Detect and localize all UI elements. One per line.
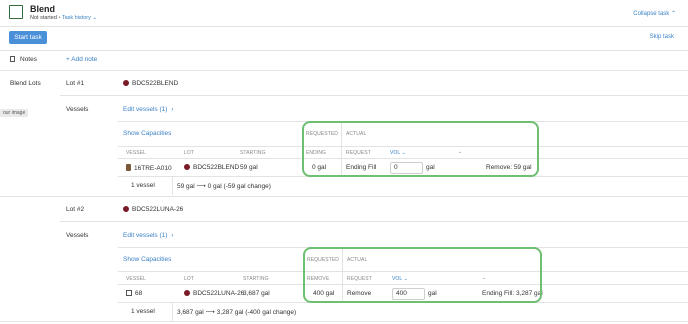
collapse-task-label: Collapse task — [633, 11, 670, 17]
blend-lots-label: Blend Lots — [10, 80, 41, 87]
lot-2-vessel-count: 1 vessel — [131, 308, 155, 315]
lot-1-name-text: BDC522BLEND — [132, 80, 179, 87]
task-status-line: Not started • Task history ⌄ — [30, 15, 97, 21]
collapse-task-link[interactable]: Collapse task ⌃ — [633, 10, 676, 17]
row-lot-name: BDC522LUNA-26 — [193, 290, 245, 297]
lot-2-highlight-box — [303, 247, 542, 303]
col-vessel: VESSEL — [126, 276, 147, 282]
lot-1-vessels-label: Vessels — [66, 106, 89, 113]
tank-icon — [126, 290, 132, 296]
lot-1-show-capacities[interactable]: Show Capacities — [123, 130, 171, 137]
lot-1-starting-cell: 59 gal — [240, 164, 258, 171]
task-history-caret-icon[interactable]: ⌄ — [92, 15, 97, 21]
add-note-button[interactable]: + Add note — [66, 56, 97, 63]
lot-2-name: BDC522LUNA-26 — [123, 206, 183, 213]
skip-task-link[interactable]: Skip task — [650, 34, 674, 40]
edit-vessels-arrow-icon: › — [171, 232, 174, 239]
col-starting: STARTING — [240, 150, 266, 156]
lot-color-dot-icon — [123, 206, 129, 212]
lot-1-vessel-count: 1 vessel — [131, 182, 155, 189]
notes-label: Notes — [20, 56, 37, 63]
col-lot: LOT — [184, 276, 195, 282]
lot-2-starting-cell: 3,687 gal — [243, 290, 270, 297]
vessel-name: 16TRE-A010 — [134, 165, 172, 172]
barrel-icon — [126, 164, 131, 171]
status-separator: • — [58, 15, 61, 21]
edit-vessels-label: Edit vessels (1) — [123, 232, 168, 239]
vessel-name: 68 — [135, 290, 143, 297]
notes-icon — [10, 56, 15, 62]
start-task-button[interactable]: Start task — [9, 31, 47, 44]
lot-color-dot-icon — [184, 290, 190, 296]
lot-2-vessel-cell: 68 — [126, 290, 142, 297]
task-checkbox[interactable] — [9, 5, 23, 19]
lot-2-lot-cell: BDC522LUNA-26 — [184, 290, 244, 297]
edit-vessels-arrow-icon: › — [171, 106, 174, 113]
lot-1-label: Lot #1 — [66, 80, 85, 87]
edit-vessels-label: Edit vessels (1) — [123, 106, 168, 113]
lot-color-dot-icon — [184, 164, 190, 170]
lot-2-vessels-label: Vessels — [66, 232, 89, 239]
task-title: Blend — [30, 4, 56, 14]
lot-2-show-capacities[interactable]: Show Capacities — [123, 256, 171, 263]
lot-1-highlight-box — [302, 121, 539, 177]
lot-1-lot-cell: BDC522BLEND — [184, 164, 239, 171]
row-lot-name: BDC522BLEND — [193, 164, 240, 171]
lot-2-summary: 3,687 gal ⟶ 3,287 gal (-400 gal change) — [177, 309, 297, 316]
col-vessel: VESSEL — [126, 150, 147, 156]
lot-1-name: BDC522BLEND — [123, 80, 178, 87]
lot-1-edit-vessels-link[interactable]: Edit vessels (1) › — [123, 106, 173, 113]
lot-1-vessel-cell: 16TRE-A010 — [126, 164, 172, 172]
lot-2-name-text: BDC522LUNA-26 — [132, 206, 184, 213]
lot-color-dot-icon — [123, 80, 129, 86]
status-text: Not started — [30, 15, 57, 21]
col-lot: LOT — [184, 150, 195, 156]
collapse-caret-icon: ⌃ — [670, 11, 676, 17]
lot-1-summary: 59 gal ⟶ 0 gal (-59 gal change) — [177, 183, 271, 190]
lot-2-edit-vessels-link[interactable]: Edit vessels (1) › — [123, 232, 173, 239]
task-history-link[interactable]: Task history — [62, 15, 91, 21]
col-starting: STARTING — [243, 276, 269, 282]
lot-2-label: Lot #2 — [66, 206, 85, 213]
image-tooltip: our image — [0, 109, 29, 117]
